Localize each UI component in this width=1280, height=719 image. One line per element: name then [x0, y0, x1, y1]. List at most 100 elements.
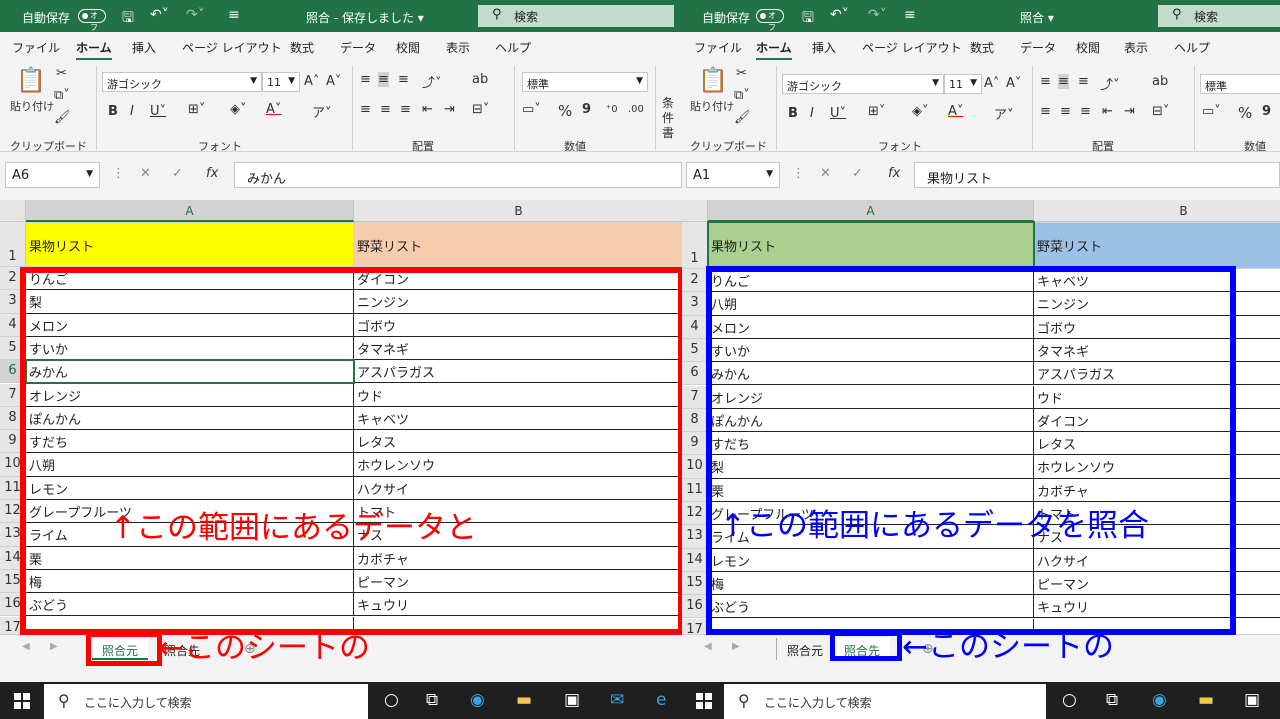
cell-a[interactable]: オレンジ: [26, 383, 354, 407]
ie-icon[interactable]: e: [656, 690, 666, 710]
accounting-format-icon[interactable]: ▭˅: [522, 102, 541, 117]
cell-b[interactable]: ハクサイ: [1034, 549, 1280, 572]
align-middle-icon[interactable]: ≡: [1058, 74, 1069, 89]
formula-input[interactable]: 果物リスト: [914, 162, 1280, 188]
tab-page-layout[interactable]: ページ レイアウト: [182, 39, 282, 56]
font-color-icon[interactable]: A˅: [948, 104, 963, 119]
row-header[interactable]: 2: [0, 267, 26, 291]
cell-b[interactable]: ウド: [1034, 386, 1280, 409]
taskbar-search[interactable]: ⚲ ここに入力して検索: [724, 684, 1046, 719]
insert-function-icon[interactable]: fx: [206, 166, 218, 181]
decrease-font-icon[interactable]: A˅: [1006, 76, 1021, 91]
cell-b[interactable]: レタス: [1034, 432, 1280, 456]
font-color-icon[interactable]: A˅: [266, 102, 281, 117]
save-icon[interactable]: 🖫: [122, 7, 134, 31]
row-header[interactable]: 9: [0, 430, 26, 454]
cell-b[interactable]: ダイコン: [354, 267, 682, 291]
tab-review[interactable]: 校閲: [396, 39, 420, 56]
cell-a[interactable]: レモン: [708, 548, 1034, 572]
task-view-icon[interactable]: ⧉: [426, 690, 438, 710]
row-header[interactable]: 11: [682, 478, 708, 502]
cell-a[interactable]: ぽんかん: [26, 406, 354, 431]
cell-b[interactable]: ウド: [354, 384, 682, 407]
cell-a[interactable]: 梅: [26, 569, 354, 594]
decrease-font-icon[interactable]: A˅: [326, 74, 341, 89]
row-header[interactable]: 12: [0, 500, 26, 524]
column-header-a[interactable]: A: [26, 200, 354, 222]
tab-help[interactable]: ヘルプ: [1174, 39, 1210, 56]
tab-view[interactable]: 表示: [1124, 39, 1148, 56]
windows-start-icon[interactable]: [14, 693, 30, 709]
align-left-icon[interactable]: ≡: [360, 102, 371, 117]
tab-sheet-target[interactable]: 照合先: [834, 638, 891, 660]
row-header[interactable]: 12: [682, 502, 708, 526]
tab-insert[interactable]: 挿入: [812, 39, 836, 56]
row-header[interactable]: 14: [0, 546, 26, 570]
row-header[interactable]: 8: [0, 406, 26, 431]
font-name-select[interactable]: 游ゴシック ▼: [102, 72, 262, 92]
cell-a[interactable]: ぶどう: [708, 595, 1034, 619]
font-size-select[interactable]: 11 ▼: [262, 72, 300, 92]
cell-b[interactable]: ホウレンソウ: [1034, 455, 1280, 479]
percent-icon[interactable]: %: [558, 102, 572, 120]
cell-a[interactable]: レモン: [26, 476, 354, 500]
cell-a[interactable]: すいか: [708, 338, 1034, 363]
header-cell-b[interactable]: 野菜リスト: [354, 222, 682, 267]
merge-center-icon[interactable]: ⊟˅: [472, 102, 489, 117]
underline-icon[interactable]: U˅: [830, 106, 846, 121]
row-header[interactable]: 10: [682, 455, 708, 479]
next-sheet-icon[interactable]: ▶: [732, 641, 740, 652]
cell-b[interactable]: キュウリ: [354, 593, 682, 617]
column-header-b[interactable]: B: [1034, 200, 1280, 222]
cell-b[interactable]: ゴボウ: [354, 314, 682, 337]
tab-sheet-source[interactable]: 照合元: [92, 638, 149, 660]
bold-icon[interactable]: B: [788, 106, 798, 121]
cell-b[interactable]: ダイコン: [1034, 409, 1280, 433]
cell-a[interactable]: メロン: [26, 313, 354, 337]
formula-input[interactable]: みかん: [234, 162, 682, 188]
task-view-icon[interactable]: ⧉: [1106, 690, 1118, 710]
cell-b[interactable]: ピーマン: [1034, 572, 1280, 596]
cell-a[interactable]: メロン: [708, 315, 1034, 339]
tab-help[interactable]: ヘルプ: [495, 39, 531, 56]
cell-a[interactable]: りんご: [26, 267, 354, 291]
cell-b[interactable]: [354, 617, 682, 635]
cell-a[interactable]: 梨: [708, 455, 1034, 479]
cell-a[interactable]: りんご: [708, 269, 1034, 293]
row-header[interactable]: 7: [0, 383, 26, 407]
cell-b[interactable]: アスパラガス: [1034, 362, 1280, 386]
align-left-icon[interactable]: ≡: [1040, 104, 1051, 119]
name-box[interactable]: A1 ▼: [686, 162, 780, 188]
conditional-format-button[interactable]: 条件 書: [662, 96, 682, 141]
edge-icon[interactable]: ◉: [470, 690, 485, 710]
tab-data[interactable]: データ: [1020, 39, 1056, 56]
decrease-decimal-icon[interactable]: .00: [628, 104, 644, 115]
wrap-text-icon[interactable]: ab: [472, 72, 488, 87]
align-bottom-icon[interactable]: ≡: [398, 72, 409, 87]
cell-b[interactable]: カボチャ: [1034, 479, 1280, 502]
row-header[interactable]: 4: [0, 313, 26, 337]
taskbar-search[interactable]: ⚲ ここに入力して検索: [44, 684, 368, 719]
prev-sheet-icon[interactable]: ◀: [704, 641, 712, 652]
row-header[interactable]: 7: [682, 385, 708, 409]
insert-function-icon[interactable]: fx: [888, 166, 900, 181]
row-header[interactable]: 8: [682, 408, 708, 433]
cell-a[interactable]: すだち: [708, 432, 1034, 456]
document-title[interactable]: 照合 ▾: [1020, 9, 1054, 26]
row-header[interactable]: 13: [682, 525, 708, 549]
align-right-icon[interactable]: ≡: [1080, 104, 1091, 119]
fill-color-icon[interactable]: ◈˅: [230, 102, 247, 117]
align-top-icon[interactable]: ≡: [360, 72, 371, 87]
file-explorer-icon[interactable]: ▬: [1198, 690, 1214, 710]
align-middle-icon[interactable]: ≡: [378, 72, 389, 87]
tab-sheet-source[interactable]: 照合元: [776, 638, 833, 660]
cell-b[interactable]: タマネギ: [1034, 339, 1280, 363]
cell-b[interactable]: ゴボウ: [1034, 316, 1280, 339]
undo-icon[interactable]: ↶˅: [150, 7, 169, 23]
align-center-icon[interactable]: ≡: [1060, 104, 1071, 119]
cancel-icon[interactable]: ✕: [140, 166, 151, 181]
mail-icon[interactable]: ✉: [610, 690, 624, 710]
cell-a[interactable]: 梨: [26, 290, 354, 314]
wrap-text-icon[interactable]: ab: [1152, 74, 1168, 89]
borders-icon[interactable]: ⊞˅: [868, 104, 885, 119]
